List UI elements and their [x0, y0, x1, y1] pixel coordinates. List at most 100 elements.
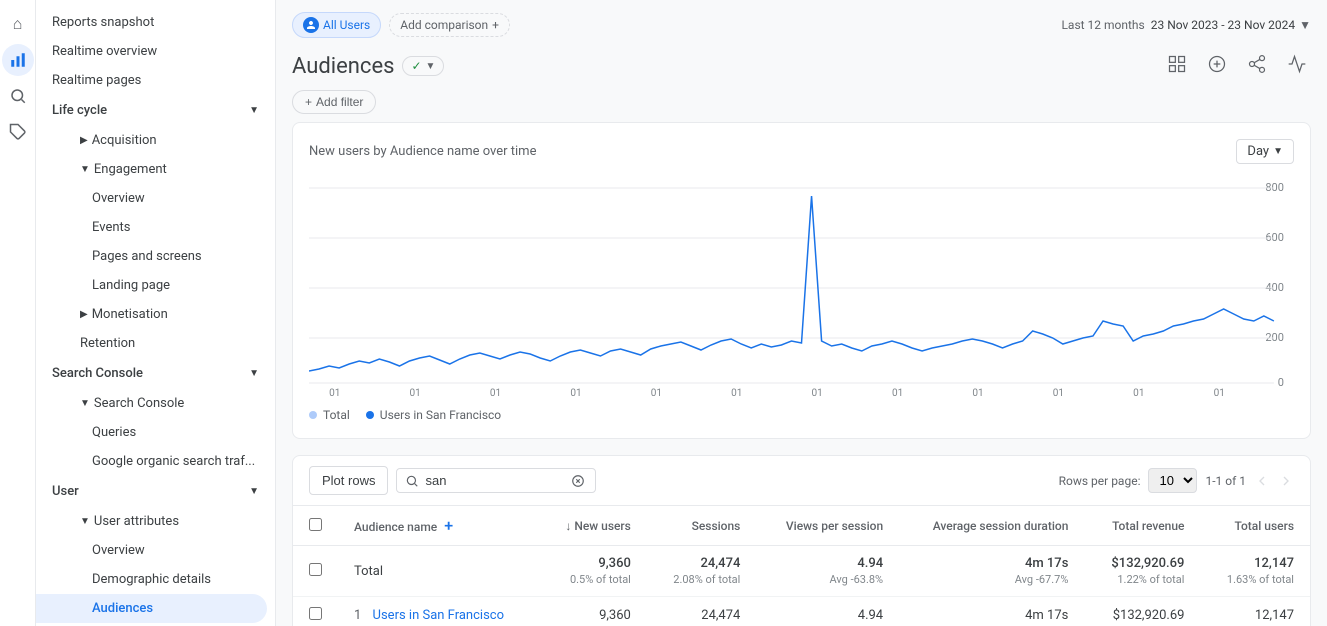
day-selector[interactable]: Day ▼: [1236, 139, 1294, 164]
home-icon[interactable]: ⌂: [2, 8, 34, 40]
total-views-per-session: 4.94 Avg -63.8%: [756, 546, 899, 597]
search-box: [396, 468, 596, 493]
clear-search-icon[interactable]: [571, 474, 585, 488]
main-content: All Users Add comparison + Last 12 month…: [276, 0, 1327, 626]
svg-text:01: 01: [972, 388, 983, 396]
sidebar-item-queries[interactable]: Queries: [36, 418, 267, 447]
sidebar-item-user-overview[interactable]: Overview: [36, 536, 267, 565]
sidebar-item-reports-snapshot[interactable]: Reports snapshot: [36, 8, 275, 37]
section-lifecycle[interactable]: Life cycle ▼: [36, 95, 275, 126]
select-all-header: [293, 506, 338, 546]
rows-per-page-select[interactable]: 10 25 50: [1148, 468, 1197, 493]
col-new-users[interactable]: ↓ New users: [539, 506, 647, 546]
legend-sf-dot: [366, 411, 374, 419]
section-search-console[interactable]: Search Console ▼: [36, 358, 275, 389]
chart-svg: 800 600 400 200 0 01 Dec 01 Jan 01 Feb 0…: [309, 176, 1294, 396]
svg-text:01: 01: [570, 388, 581, 396]
col-total-users[interactable]: Total users: [1200, 506, 1310, 546]
table-row: 1 Users in San Francisco 9,360 24,474 4.…: [293, 597, 1310, 626]
col-views-per-session[interactable]: Views per session: [756, 506, 899, 546]
sidebar-item-realtime-overview[interactable]: Realtime overview: [36, 37, 275, 66]
row-new-users: 9,360: [539, 597, 647, 626]
svg-text:01: 01: [490, 388, 501, 396]
chart-area: 800 600 400 200 0 01 Dec 01 Jan 01 Feb 0…: [309, 176, 1294, 400]
svg-text:01: 01: [892, 388, 903, 396]
total-label-cell: Total: [338, 546, 539, 597]
prev-page-icon[interactable]: [1254, 473, 1270, 489]
table-toolbar-right: Rows per page: 10 25 50 1-1 of 1: [1059, 468, 1294, 493]
check-icon: ✓: [411, 59, 421, 73]
chart-card: New users by Audience name over time Day…: [292, 122, 1311, 439]
sidebar-item-events[interactable]: Events: [36, 213, 267, 242]
svg-text:01: 01: [651, 388, 662, 396]
search-input[interactable]: [425, 473, 565, 488]
total-row-checkbox[interactable]: [309, 563, 322, 576]
sidebar-item-pages-screens[interactable]: Pages and screens: [36, 242, 267, 271]
page-header-actions: [1163, 50, 1311, 82]
add-column-button[interactable]: +: [444, 516, 453, 535]
sidebar-item-audiences[interactable]: Audiences: [36, 594, 267, 623]
svg-text:0: 0: [1278, 376, 1284, 389]
sidebar-item-engagement[interactable]: ▼ Engagement: [36, 155, 267, 184]
chevron-down-icon: ▼: [426, 61, 436, 72]
search-magnify-icon[interactable]: [2, 80, 34, 112]
add-comparison-button[interactable]: Add comparison +: [389, 13, 510, 37]
col-total-revenue[interactable]: Total revenue: [1084, 506, 1200, 546]
table-toolbar-left: Plot rows: [309, 466, 596, 495]
sidebar-item-user-attributes[interactable]: ▼ User attributes: [36, 507, 267, 536]
row-total-users: 12,147: [1200, 597, 1310, 626]
lifecycle-chevron: ▼: [249, 105, 259, 116]
chart-type-icon[interactable]: [1163, 50, 1191, 82]
sidebar-item-realtime-pages[interactable]: Realtime pages: [36, 66, 275, 95]
verified-chip[interactable]: ✓ ▼: [402, 56, 444, 76]
chart-title: New users by Audience name over time: [309, 144, 536, 159]
sidebar-item-retention[interactable]: Retention: [36, 329, 267, 358]
svg-text:01: 01: [731, 388, 742, 396]
sidebar-item-search-console[interactable]: ▼ Search Console: [36, 389, 267, 418]
user-items: ▼ User attributes Overview Demographic d…: [36, 507, 275, 623]
sidebar-item-demographic-details[interactable]: Demographic details: [36, 565, 267, 594]
compare-icon[interactable]: [1203, 50, 1231, 82]
sidebar-item-acquisition[interactable]: ▶ Acquisition: [36, 126, 267, 155]
sidebar-item-google-organic[interactable]: Google organic search traf...: [36, 447, 267, 476]
table-card: Plot rows Rows per page: 10 25 50 1-1 of…: [292, 455, 1311, 626]
analytics-icon[interactable]: [2, 44, 34, 76]
select-all-checkbox[interactable]: [309, 518, 322, 531]
col-sessions[interactable]: Sessions: [647, 506, 757, 546]
total-users: 12,147 1.63% of total: [1200, 546, 1310, 597]
date-range-selector[interactable]: 23 Nov 2023 - 23 Nov 2024 ▼: [1151, 18, 1311, 32]
lifecycle-items: ▶ Acquisition ▼ Engagement Overview Even…: [36, 126, 275, 358]
data-table: Audience name + ↓ New users Sessions Vie…: [293, 506, 1310, 626]
segment-icon: [303, 17, 319, 33]
sidebar-item-landing-page[interactable]: Landing page: [36, 271, 267, 300]
total-row: Total 9,360 0.5% of total 24,474 2.08% o…: [293, 546, 1310, 597]
row-audience-name: 1 Users in San Francisco: [338, 597, 539, 626]
plot-rows-button[interactable]: Plot rows: [309, 466, 388, 495]
next-page-icon[interactable]: [1278, 473, 1294, 489]
svg-text:01: 01: [410, 388, 421, 396]
svg-text:01: 01: [1214, 388, 1225, 396]
col-avg-session-duration[interactable]: Average session duration: [899, 506, 1084, 546]
expand-icon: ▶: [80, 135, 88, 146]
day-chevron-icon: ▼: [1273, 146, 1283, 157]
chart-header: New users by Audience name over time Day…: [309, 139, 1294, 164]
row-total-revenue: $132,920.69: [1084, 597, 1200, 626]
all-users-chip[interactable]: All Users: [292, 12, 381, 38]
legend-san-francisco: Users in San Francisco: [366, 408, 501, 422]
sidebar-item-overview[interactable]: Overview: [36, 184, 267, 213]
svg-text:01: 01: [812, 388, 823, 396]
sidebar-item-monetisation[interactable]: ▶ Monetisation: [36, 300, 267, 329]
row-checkbox[interactable]: [309, 607, 322, 620]
table-toolbar: Plot rows Rows per page: 10 25 50 1-1 of…: [293, 456, 1310, 506]
add-filter-button[interactable]: + Add filter: [292, 90, 376, 114]
audience-name-link[interactable]: Users in San Francisco: [373, 608, 504, 623]
svg-text:01: 01: [1053, 388, 1064, 396]
page-title: Audiences: [292, 54, 394, 79]
tag-icon[interactable]: [2, 116, 34, 148]
total-checkbox-cell: [293, 546, 338, 597]
share-icon[interactable]: [1243, 50, 1271, 82]
settings-icon[interactable]: [1283, 50, 1311, 82]
section-user[interactable]: User ▼: [36, 476, 275, 507]
top-bar-right: Last 12 months 23 Nov 2023 - 23 Nov 2024…: [1061, 18, 1311, 32]
page-header: Audiences ✓ ▼: [276, 46, 1327, 90]
